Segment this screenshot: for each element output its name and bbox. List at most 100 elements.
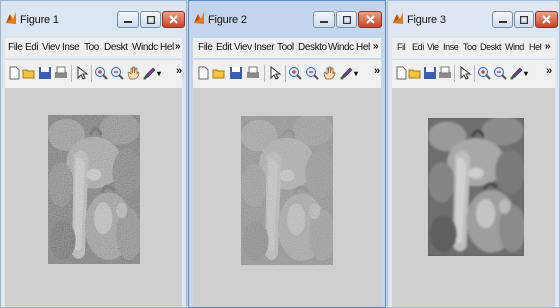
menu-bar: Fil Edi Vie Inse Too Deskt Wind Hel »	[392, 38, 555, 58]
edit-plot-arrow-icon[interactable]	[268, 66, 282, 80]
menu-help[interactable]: Hel	[160, 42, 174, 53]
menu-file[interactable]: File	[198, 42, 213, 53]
peppers-image-original	[48, 115, 140, 264]
print-icon[interactable]	[438, 66, 452, 80]
peppers-image-noisy	[241, 116, 333, 265]
menu-bar: File Edi Viev Inse Too Deskt Windc Hel »	[5, 38, 182, 58]
window-title: Figure 1	[20, 14, 59, 26]
minimize-button[interactable]	[117, 11, 139, 28]
menu-view[interactable]: Viev	[42, 42, 60, 53]
menu-insert[interactable]: Inse	[62, 42, 80, 53]
data-cursor-brush-icon[interactable]	[509, 66, 523, 80]
peppers-image-filtered	[428, 118, 524, 256]
toolbar-overflow-chevron[interactable]: »	[374, 65, 380, 77]
zoom-out-icon[interactable]	[305, 66, 319, 80]
pan-hand-icon[interactable]	[322, 66, 336, 80]
menu-desktop[interactable]: Deskt	[104, 42, 128, 53]
menu-help[interactable]: Hel	[529, 42, 542, 52]
figure-toolbar: ▾ »	[193, 59, 381, 89]
print-icon[interactable]	[246, 66, 260, 80]
save-icon[interactable]	[229, 66, 243, 80]
zoom-out-icon[interactable]	[493, 66, 507, 80]
zoom-in-icon[interactable]	[94, 66, 108, 80]
toolbar-overflow-chevron[interactable]: »	[546, 65, 552, 77]
maximize-button[interactable]	[140, 11, 161, 28]
maximize-button[interactable]	[336, 11, 357, 28]
zoom-in-icon[interactable]	[477, 66, 491, 80]
menu-window[interactable]: Wind	[505, 42, 524, 52]
figure-canvas	[392, 88, 555, 307]
figure-2-window[interactable]: Figure 2 File Edit Viev Inser Tool Deskt…	[188, 0, 386, 308]
figure-canvas	[5, 88, 182, 307]
open-file-icon[interactable]	[212, 66, 226, 80]
maximize-icon	[342, 15, 351, 24]
title-bar[interactable]: Figure 3	[388, 1, 559, 31]
maximize-icon	[146, 15, 155, 24]
brush-dropdown-arrow[interactable]: ▾	[157, 69, 161, 78]
title-bar[interactable]: Figure 2	[189, 1, 385, 31]
menu-file[interactable]: Fil	[397, 42, 406, 52]
minimize-icon	[320, 20, 328, 23]
menu-edit[interactable]: Edi	[25, 42, 39, 53]
figure-1-window[interactable]: Figure 1 File Edi Viev Inse Too Deskt Wi…	[0, 0, 187, 308]
open-file-icon[interactable]	[408, 66, 422, 80]
edit-plot-arrow-icon[interactable]	[458, 66, 472, 80]
close-button[interactable]	[162, 11, 185, 28]
minimize-button[interactable]	[492, 11, 513, 28]
window-title: Figure 2	[208, 14, 247, 26]
menu-help[interactable]: Hel	[356, 42, 370, 53]
figure-canvas	[193, 88, 381, 307]
figure-toolbar: ▾ »	[392, 59, 555, 89]
close-button[interactable]	[358, 11, 382, 28]
menu-overflow-chevron[interactable]: »	[175, 41, 181, 52]
maximize-icon	[520, 15, 528, 24]
open-file-icon[interactable]	[22, 66, 36, 80]
menu-tools[interactable]: Too	[463, 42, 477, 52]
menu-tools[interactable]: Too	[84, 42, 99, 53]
menu-file[interactable]: File	[8, 42, 23, 53]
maximize-button[interactable]	[514, 11, 534, 28]
brush-dropdown-arrow[interactable]: ▾	[354, 69, 358, 78]
menu-desktop[interactable]: Deskt	[480, 42, 501, 52]
menu-view[interactable]: Vie	[427, 42, 439, 52]
close-icon	[169, 15, 178, 24]
matlab-logo-icon	[194, 12, 204, 24]
menu-view[interactable]: Viev	[234, 42, 252, 53]
menu-desktop[interactable]: Deskto	[298, 42, 327, 53]
new-figure-icon[interactable]	[7, 66, 21, 80]
zoom-in-icon[interactable]	[288, 66, 302, 80]
menu-tools[interactable]: Tool	[277, 42, 294, 53]
new-figure-icon[interactable]	[394, 66, 408, 80]
menu-edit[interactable]: Edi	[412, 42, 424, 52]
menu-bar: File Edit Viev Inser Tool Deskto Windc H…	[193, 38, 381, 58]
data-cursor-brush-icon[interactable]	[339, 66, 353, 80]
menu-window[interactable]: Windc	[328, 42, 354, 53]
matlab-logo-icon	[393, 12, 403, 24]
close-icon	[365, 15, 375, 24]
title-bar[interactable]: Figure 1	[1, 1, 186, 31]
close-icon	[542, 15, 551, 24]
new-figure-icon[interactable]	[196, 66, 210, 80]
minimize-button[interactable]	[313, 11, 335, 28]
save-icon[interactable]	[38, 66, 52, 80]
menu-edit[interactable]: Edit	[216, 42, 232, 53]
zoom-out-icon[interactable]	[110, 66, 124, 80]
minimize-icon	[498, 20, 507, 23]
minimize-icon	[124, 20, 132, 23]
figure-toolbar: ▾ »	[5, 59, 182, 89]
menu-window[interactable]: Windc	[132, 42, 158, 53]
pan-hand-icon[interactable]	[126, 66, 140, 80]
toolbar-overflow-chevron[interactable]: »	[176, 65, 182, 77]
save-icon[interactable]	[423, 66, 437, 80]
brush-dropdown-arrow[interactable]: ▾	[524, 69, 528, 78]
print-icon[interactable]	[54, 66, 68, 80]
close-button[interactable]	[535, 11, 558, 28]
matlab-logo-icon	[6, 12, 16, 24]
edit-plot-arrow-icon[interactable]	[75, 66, 89, 80]
menu-overflow-chevron[interactable]: »	[373, 41, 379, 52]
menu-overflow-chevron[interactable]: »	[545, 41, 551, 52]
data-cursor-brush-icon[interactable]	[142, 66, 156, 80]
figure-3-window[interactable]: Figure 3 Fil Edi Vie Inse Too Deskt Wind…	[387, 0, 560, 308]
menu-insert[interactable]: Inse	[443, 42, 459, 52]
menu-insert[interactable]: Inser	[254, 42, 275, 53]
